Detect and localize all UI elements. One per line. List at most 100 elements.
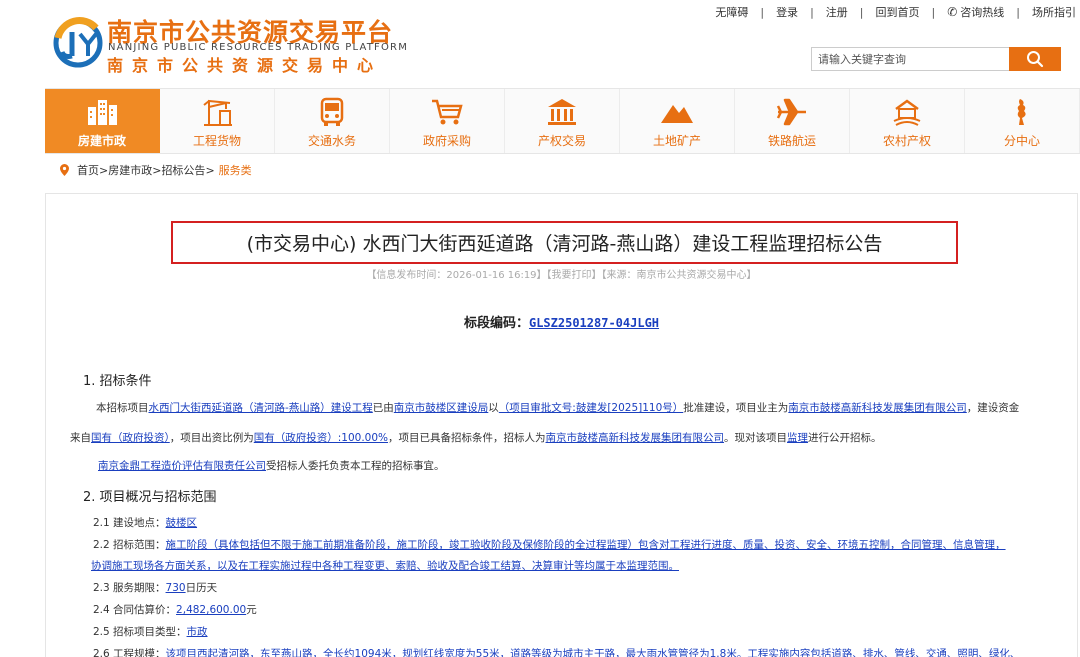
branch-icon [1017, 99, 1026, 125]
nav-item-rural-property[interactable]: 农村产权 [850, 89, 965, 153]
home-link[interactable]: 回到首页 [876, 4, 920, 20]
item-label: 2.5 招标项目类型： [93, 626, 187, 638]
item-2-2-continued: 协调施工现场各方面关系，以及在工程实施过程中各种工程变更、索赔、验收及配合竣工结… [91, 558, 679, 573]
item-2-3: 2.3 服务期限：730日历天 [93, 580, 217, 595]
cart-icon [432, 99, 463, 125]
link-separator: | [931, 5, 936, 19]
breadcrumb-notices[interactable]: 招标公告 [161, 162, 205, 178]
phone-icon: ✆ [947, 5, 958, 19]
breadcrumb: 首页 > 房建市政 > 招标公告 > 服务类 [60, 162, 252, 178]
section-heading-2: 2. 项目概况与招标范围 [83, 490, 217, 505]
location-link[interactable]: 鼓楼区 [166, 517, 198, 529]
item-label: 2.2 招标范围： [93, 539, 166, 551]
item-label: 2.3 服务期限： [93, 582, 166, 594]
airplane-icon [776, 98, 806, 126]
search-input[interactable] [811, 47, 1009, 71]
hotline-link[interactable]: 咨询热线 [960, 4, 1004, 20]
project-scale-link[interactable]: 该项目西起清河路，东至燕山路，全长约1094米，规划红线宽度为55米，道路等级为… [166, 648, 1021, 657]
item-2-1: 2.1 建设地点：鼓楼区 [93, 515, 197, 530]
approval-authority-link[interactable]: 南京市鼓楼区建设局 [394, 402, 489, 414]
project-type-link[interactable]: 市政 [187, 626, 208, 638]
bid-code-label: 标段编码： [463, 316, 529, 331]
text-span: 本招标项目 [96, 402, 149, 414]
breadcrumb-home[interactable]: 首页 [77, 162, 99, 178]
nav-item-transport[interactable]: 交通水务 [275, 89, 390, 153]
bid-code-link[interactable]: GLSZ2501287-04JLGH [529, 316, 659, 330]
link-separator: | [1016, 5, 1020, 19]
item-2-5: 2.5 招标项目类型：市政 [93, 624, 208, 639]
link-separator: | [859, 5, 864, 19]
search-button[interactable] [1009, 47, 1061, 71]
text-span: ，建设资金 [966, 402, 1020, 414]
article-meta: 【信息发布时间：2026-01-16 16:19】【我要打印】【来源：南京市公共… [366, 270, 757, 281]
project-name-link[interactable]: 水西门大街西延道路（清河路-燕山路）建设工程 [149, 402, 373, 414]
breadcrumb-housing[interactable]: 房建市政 [108, 162, 152, 178]
venue-guide-link[interactable]: 场所指引 [1032, 4, 1076, 20]
breadcrumb-separator: > [99, 163, 109, 177]
nav-item-land[interactable]: 土地矿产 [620, 89, 735, 153]
bus-icon [320, 97, 344, 126]
register-link[interactable]: 注册 [826, 4, 848, 20]
approval-number-link[interactable]: （项目审批文号:鼓建发[2025]110号） [499, 402, 684, 414]
nav-label: 政府采购 [422, 134, 471, 148]
agency-link[interactable]: 南京金鼎工程造价评估有限责任公司 [98, 460, 266, 472]
scope-link-continued[interactable]: 协调施工现场各方面关系，以及在工程实施过程中各种工程变更、索赔、验收及配合竣工结… [91, 560, 679, 572]
building-icon [88, 100, 117, 125]
nav-item-housing[interactable]: 房建市政 [45, 89, 160, 153]
service-period-link[interactable]: 730 [166, 582, 186, 594]
text-span: 受招标人委托负责本工程的招标事宜。 [266, 460, 445, 472]
nav-label: 产权交易 [537, 134, 586, 148]
link-separator: | [810, 5, 814, 19]
item-label: 2.4 合同估算价： [93, 604, 177, 616]
nav-item-rail-shipping[interactable]: 铁路航运 [735, 89, 850, 153]
text-span: 批准建设，项目业主为 [683, 402, 789, 414]
accessibility-link[interactable]: 无障碍 [715, 4, 748, 20]
nav-item-property[interactable]: 产权交易 [505, 89, 620, 153]
item-label: 2.1 建设地点： [93, 517, 166, 529]
article-title-highlight: (市交易中心) 水西门大街西延道路（清河路-燕山路）建设工程监理招标公告 [171, 221, 958, 264]
paragraph-1: 本招标项目水西门大街西延道路（清河路-燕山路）建设工程已由南京市鼓楼区建设局以（… [96, 400, 1019, 415]
text-span: 来自 [70, 432, 91, 444]
nav-label: 交通水务 [307, 134, 356, 148]
breadcrumb-separator: > [205, 163, 215, 177]
nav-label: 工程货物 [192, 134, 241, 148]
fund-ratio-link[interactable]: 国有（政府投资）:100.00% [254, 432, 388, 444]
search-bar [811, 47, 1061, 71]
top-links: 无障碍 | 登录 | 注册 | 回到首页 | ✆ 咨询热线 | 场所指引 [715, 4, 1076, 20]
tenderer-link[interactable]: 南京市鼓楼高新科技发展集团有限公司 [546, 432, 725, 444]
nav-item-branch-center[interactable]: 分中心 [965, 89, 1080, 153]
nav-label: 农村产权 [882, 134, 931, 148]
login-link[interactable]: 登录 [776, 4, 798, 20]
text-span: 已由 [372, 402, 394, 414]
article-title: (市交易中心) 水西门大街西延道路（清河路-燕山路）建设工程监理招标公告 [246, 233, 883, 255]
nav-item-engineering[interactable]: 工程货物 [160, 89, 275, 153]
text-span: 以 [488, 402, 499, 414]
owner-link[interactable]: 南京市鼓楼高新科技发展集团有限公司 [788, 402, 967, 414]
supervision-link[interactable]: 监理 [787, 432, 808, 444]
article-panel: (市交易中心) 水西门大街西延道路（清河路-燕山路）建设工程监理招标公告 【信息… [45, 193, 1078, 657]
site-logo[interactable] [50, 14, 106, 70]
item-unit: 日历天 [185, 582, 218, 594]
scope-link[interactable]: 施工阶段（具体包括但不限于施工前期准备阶段，施工阶段，竣工验收阶段及保修阶段的全… [166, 539, 1006, 551]
nav-item-procurement[interactable]: 政府采购 [390, 89, 505, 153]
text-span: 进行公开招标。 [808, 432, 882, 444]
paragraph-3: 南京金鼎工程造价评估有限责任公司受招标人委托负责本工程的招标事宜。 [98, 458, 445, 473]
paragraph-2: 来自国有（政府投资），项目出资比例为国有（政府投资）:100.00%，项目已具备… [70, 430, 882, 445]
farm-icon [893, 99, 921, 126]
text-span: 。现对该项目 [724, 432, 788, 444]
item-2-4: 2.4 合同估算价：2,482,600.00元 [93, 602, 257, 617]
contract-price-link[interactable]: 2,482,600.00 [176, 604, 246, 616]
brand-subtitle: 南京市公共资源交易中心 [107, 56, 383, 75]
section-heading-1: 1. 招标条件 [83, 374, 152, 389]
link-separator: | [760, 5, 765, 19]
text-span: ，项目出资比例为 [169, 432, 254, 444]
bank-icon [548, 99, 576, 125]
crane-icon [203, 99, 232, 126]
fund-source-link[interactable]: 国有（政府投资） [91, 432, 170, 444]
item-2-2: 2.2 招标范围：施工阶段（具体包括但不限于施工前期准备阶段，施工阶段，竣工验收… [93, 537, 1006, 552]
search-icon [1027, 51, 1044, 68]
nav-label: 土地矿产 [652, 134, 701, 148]
item-label: 2.6 工程规模： [93, 648, 166, 657]
breadcrumb-current: 服务类 [218, 164, 252, 177]
site-header: 南京市公共资源交易平台 NANJING PUBLIC RESOURCES TRA… [0, 0, 1080, 88]
